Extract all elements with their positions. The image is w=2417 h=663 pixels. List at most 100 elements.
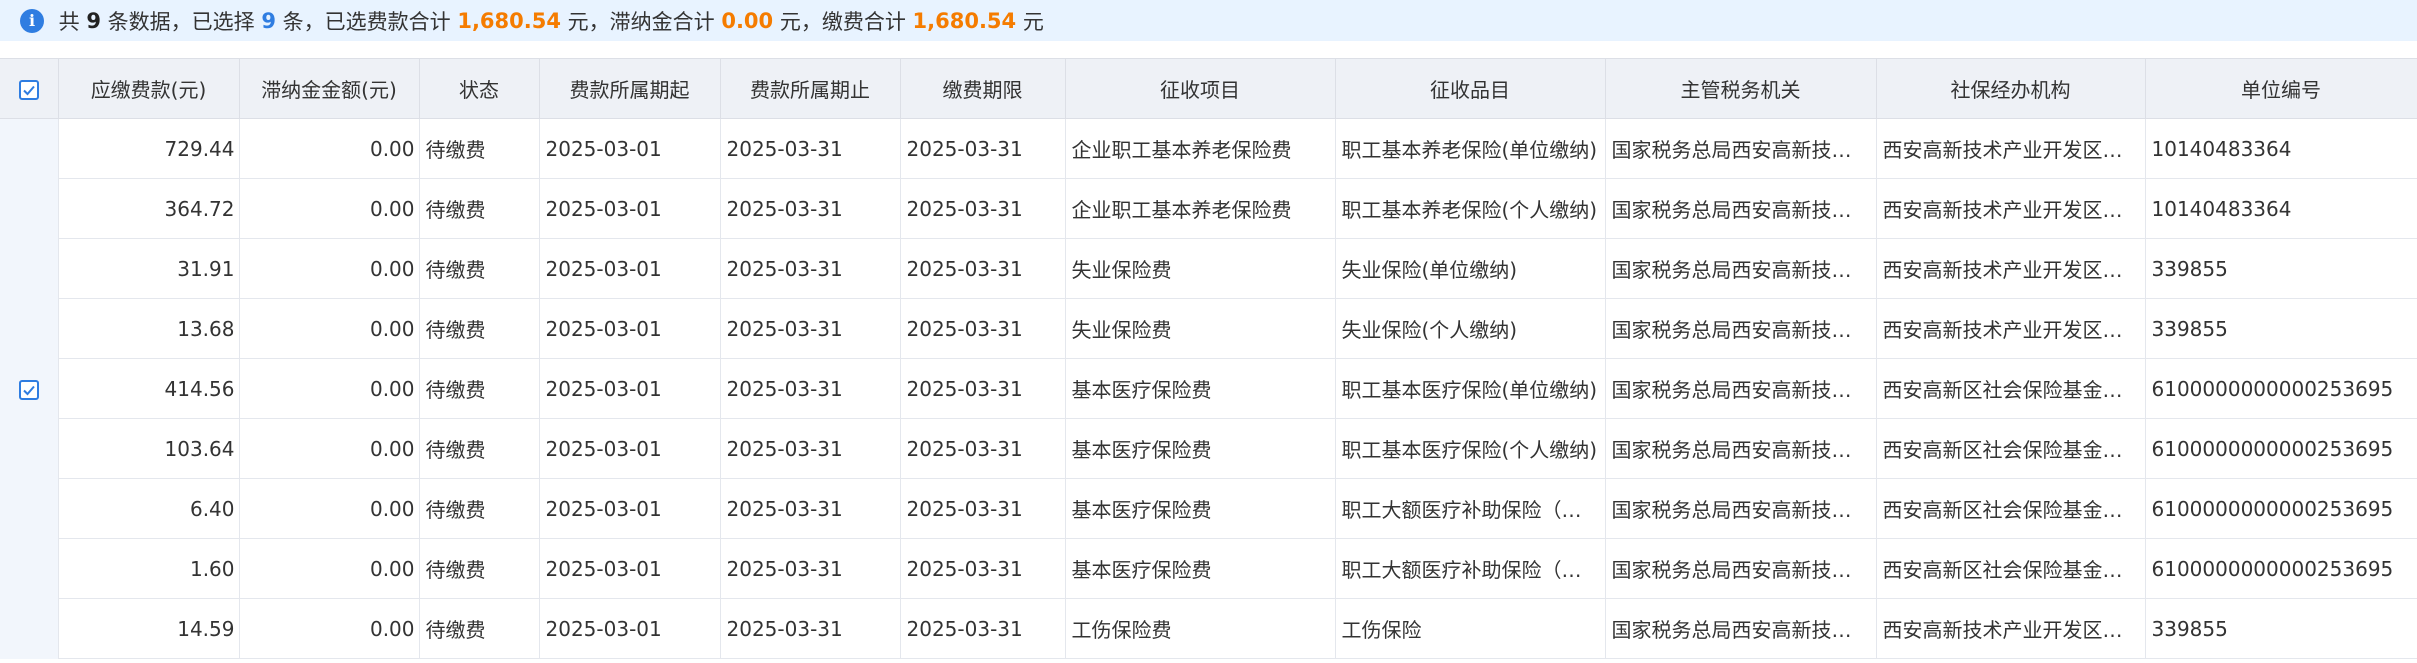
summary-text-4: 元，滞纳金合计 bbox=[560, 9, 722, 34]
summary-text-3: 条，已选费款合计 bbox=[275, 9, 458, 34]
cell-levy-category: 失业保险(个人缴纳) bbox=[1335, 298, 1606, 359]
col-header-period-start[interactable]: 费款所属期起 bbox=[539, 58, 721, 119]
cell-period-end: 2025-03-31 bbox=[720, 358, 901, 419]
cell-levy-item: 失业保险费 bbox=[1065, 298, 1336, 359]
pay-total: 1,680.54 bbox=[912, 8, 1017, 33]
cell-social-agency: 西安高新技术产业开发区社... bbox=[1876, 178, 2146, 239]
cell-deadline: 2025-03-31 bbox=[900, 538, 1066, 599]
selection-summary-bar: i 共 9 条数据，已选择 9 条，已选费款合计 1,680.54 元，滞纳金合… bbox=[0, 0, 2417, 41]
cell-unit-number: 339855 bbox=[2145, 298, 2417, 359]
payment-table: 应缴费款(元) 滞纳金金额(元) 状态 费款所属期起 费款所属期止 缴费期限 征… bbox=[0, 58, 2417, 659]
cell-period-end: 2025-03-31 bbox=[720, 418, 901, 479]
cell-period-start: 2025-03-01 bbox=[539, 118, 721, 179]
cell-levy-category: 职工大额医疗补助保险（个... bbox=[1335, 538, 1606, 599]
cell-levy-category: 职工基本养老保险(个人缴纳) bbox=[1335, 178, 1606, 239]
col-header-period-end[interactable]: 费款所属期止 bbox=[720, 58, 901, 119]
col-header-tax-authority[interactable]: 主管税务机关 bbox=[1605, 58, 1877, 119]
cell-levy-item: 基本医疗保险费 bbox=[1065, 478, 1336, 539]
summary-text-5: 元，缴费合计 bbox=[773, 9, 913, 34]
cell-amount-due: 13.68 bbox=[58, 298, 240, 359]
cell-status: 待缴费 bbox=[419, 178, 540, 239]
cell-period-start: 2025-03-01 bbox=[539, 358, 721, 419]
cell-deadline: 2025-03-31 bbox=[900, 178, 1066, 239]
cell-levy-item: 企业职工基本养老保险费 bbox=[1065, 178, 1336, 239]
cell-levy-category: 职工基本医疗保险(个人缴纳) bbox=[1335, 418, 1606, 479]
col-header-levy-category[interactable]: 征收品目 bbox=[1335, 58, 1606, 119]
cell-tax-authority: 国家税务总局西安高新技术... bbox=[1605, 478, 1877, 539]
cell-unit-number: 6100000000000253695 bbox=[2145, 358, 2417, 419]
select-all-cell[interactable] bbox=[0, 58, 59, 119]
late-fee-total: 0.00 bbox=[721, 8, 774, 33]
cell-period-end: 2025-03-31 bbox=[720, 298, 901, 359]
cell-levy-item: 基本医疗保险费 bbox=[1065, 358, 1336, 419]
cell-period-end: 2025-03-31 bbox=[720, 538, 901, 599]
cell-unit-number: 339855 bbox=[2145, 598, 2417, 659]
table-header-row: 应缴费款(元) 滞纳金金额(元) 状态 费款所属期起 费款所属期止 缴费期限 征… bbox=[0, 58, 2417, 119]
table-row[interactable]: 729.44 0.00 待缴费 2025-03-01 2025-03-31 2025-03… bbox=[0, 118, 2417, 659]
select-all-checkbox[interactable] bbox=[18, 80, 39, 100]
cell-period-start: 2025-03-01 bbox=[539, 178, 721, 239]
table-row[interactable]: 31.91 0.00 待缴费 2025-03-01 2025-03-31 2025-03-… bbox=[0, 238, 2417, 299]
cell-status: 待缴费 bbox=[419, 598, 540, 659]
row-select-checkbox[interactable] bbox=[18, 380, 39, 401]
col-header-late-fee[interactable]: 滞纳金金额(元) bbox=[239, 58, 420, 119]
col-header-unit-number[interactable]: 单位编号 bbox=[2145, 58, 2417, 119]
table-row[interactable]: 6.40 0.00 待缴费 2025-03-01 2025-03-31 2025-03-3… bbox=[0, 478, 2417, 539]
cell-late-fee: 0.00 bbox=[239, 238, 420, 299]
cell-levy-category: 职工基本养老保险(单位缴纳) bbox=[1335, 118, 1606, 179]
cell-late-fee: 0.00 bbox=[239, 358, 420, 419]
cell-amount-due: 103.64 bbox=[58, 418, 240, 479]
col-header-status[interactable]: 状态 bbox=[419, 58, 540, 119]
cell-deadline: 2025-03-31 bbox=[900, 238, 1066, 299]
cell-amount-due: 6.40 bbox=[58, 478, 240, 539]
cell-amount-due: 1.60 bbox=[58, 538, 240, 599]
cell-tax-authority: 国家税务总局西安高新技术... bbox=[1605, 118, 1877, 179]
cell-period-start: 2025-03-01 bbox=[539, 478, 721, 539]
cell-amount-due: 414.56 bbox=[58, 358, 240, 419]
cell-unit-number: 6100000000000253695 bbox=[2145, 538, 2417, 599]
cell-deadline: 2025-03-31 bbox=[900, 298, 1066, 359]
cell-period-start: 2025-03-01 bbox=[539, 238, 721, 299]
cell-tax-authority: 国家税务总局西安高新技术... bbox=[1605, 238, 1877, 299]
cell-period-start: 2025-03-01 bbox=[539, 418, 721, 479]
cell-tax-authority: 国家税务总局西安高新技术... bbox=[1605, 358, 1877, 419]
cell-status: 待缴费 bbox=[419, 358, 540, 419]
cell-unit-number: 10140483364 bbox=[2145, 118, 2417, 179]
cell-social-agency: 西安高新技术产业开发区社... bbox=[1876, 598, 2146, 659]
cell-tax-authority: 国家税务总局西安高新技术... bbox=[1605, 598, 1877, 659]
cell-social-agency: 西安高新区社会保险基金管... bbox=[1876, 538, 2146, 599]
table-row[interactable]: 14.59 0.00 待缴费 2025-03-01 2025-03-31 2025-03-… bbox=[0, 598, 2417, 659]
cell-amount-due: 31.91 bbox=[58, 238, 240, 299]
cell-social-agency: 西安高新技术产业开发区社... bbox=[1876, 118, 2146, 179]
cell-period-end: 2025-03-31 bbox=[720, 178, 901, 239]
col-header-deadline[interactable]: 缴费期限 bbox=[900, 58, 1066, 119]
table-row[interactable]: 103.64 0.00 待缴费 2025-03-01 2025-03-31 2025-03… bbox=[0, 418, 2417, 479]
cell-social-agency: 西安高新区社会保险基金管... bbox=[1876, 418, 2146, 479]
col-header-amount-due[interactable]: 应缴费款(元) bbox=[58, 58, 240, 119]
cell-levy-item: 失业保险费 bbox=[1065, 238, 1336, 299]
cell-levy-category: 失业保险(单位缴纳) bbox=[1335, 238, 1606, 299]
cell-status: 待缴费 bbox=[419, 118, 540, 179]
cell-tax-authority: 国家税务总局西安高新技术... bbox=[1605, 538, 1877, 599]
cell-unit-number: 6100000000000253695 bbox=[2145, 478, 2417, 539]
cell-deadline: 2025-03-31 bbox=[900, 598, 1066, 659]
info-icon: i bbox=[20, 8, 44, 33]
cell-levy-item: 基本医疗保险费 bbox=[1065, 418, 1336, 479]
col-header-social-agency[interactable]: 社保经办机构 bbox=[1876, 58, 2146, 119]
cell-late-fee: 0.00 bbox=[239, 118, 420, 179]
cell-status: 待缴费 bbox=[419, 238, 540, 299]
table-row[interactable]: 1.60 0.00 待缴费 2025-03-01 2025-03-31 2025-03-3… bbox=[0, 538, 2417, 599]
cell-status: 待缴费 bbox=[419, 478, 540, 539]
cell-levy-item: 企业职工基本养老保险费 bbox=[1065, 118, 1336, 179]
table-row[interactable]: 364.72 0.00 待缴费 2025-03-01 2025-03-31 2025-03… bbox=[0, 178, 2417, 239]
cell-period-start: 2025-03-01 bbox=[539, 538, 721, 599]
table-row[interactable]: 13.68 0.00 待缴费 2025-03-01 2025-03-31 2025-03-… bbox=[0, 298, 2417, 359]
summary-text-2: 条数据，已选择 bbox=[100, 9, 262, 34]
cell-period-end: 2025-03-31 bbox=[720, 478, 901, 539]
col-header-levy-item[interactable]: 征收项目 bbox=[1065, 58, 1336, 119]
cell-social-agency: 西安高新技术产业开发区社... bbox=[1876, 298, 2146, 359]
row-select-cell[interactable] bbox=[0, 118, 59, 659]
table-row[interactable]: 414.56 0.00 待缴费 2025-03-01 2025-03-31 2025-03… bbox=[0, 358, 2417, 419]
cell-deadline: 2025-03-31 bbox=[900, 118, 1066, 179]
selected-amount: 1,680.54 bbox=[457, 8, 561, 33]
